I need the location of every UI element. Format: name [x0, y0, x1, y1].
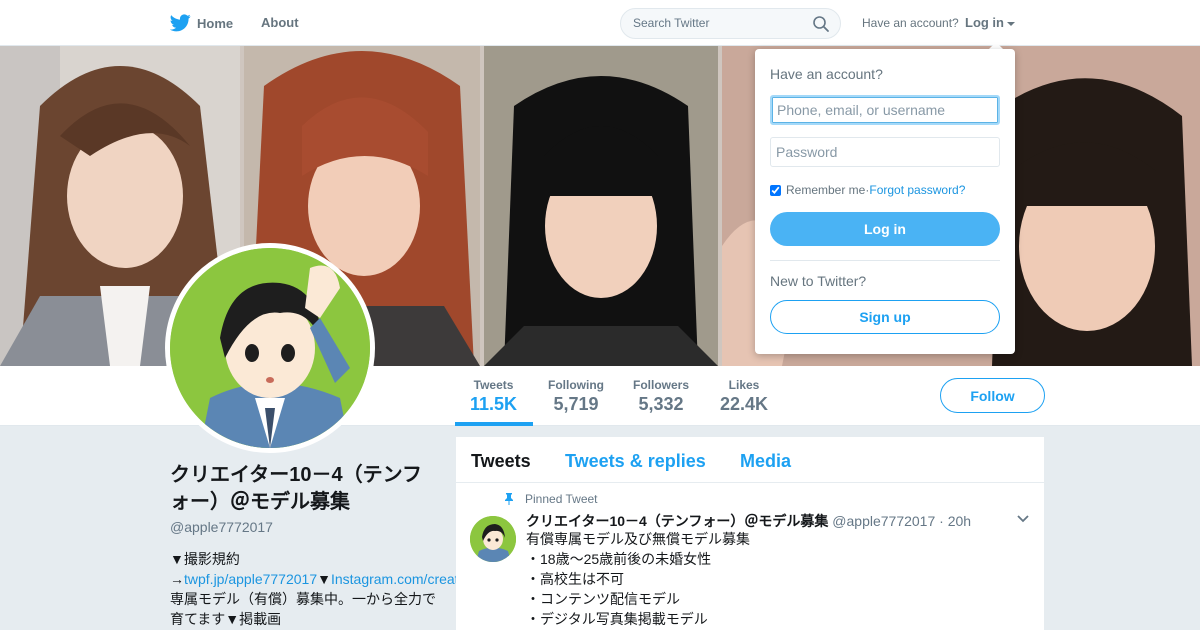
chevron-down-icon[interactable] [1017, 515, 1029, 523]
caret-down-icon [1007, 21, 1015, 26]
stat-likes-value: 22.4K [720, 394, 769, 414]
forgot-password-link[interactable]: Forgot password? [869, 183, 965, 197]
stat-following-value: 5,719 [553, 394, 599, 414]
tweet-line: 有償専属モデル及び無償モデル募集 [526, 531, 750, 547]
search-icon[interactable] [812, 15, 830, 33]
dropdown-title: Have an account? [770, 66, 883, 82]
tweet-timestamp[interactable]: · 20h [939, 513, 971, 529]
active-tab-underline [455, 422, 533, 426]
pin-icon [505, 493, 513, 505]
stat-likes-label: Likes [728, 378, 760, 392]
home-link[interactable]: Home [170, 12, 233, 34]
login-button[interactable]: Log in [770, 212, 1000, 246]
stat-following[interactable]: Following 5,719 [548, 378, 604, 415]
remember-me-checkbox[interactable] [770, 184, 781, 196]
tweet-line: ・コンテンツ配信モデル [526, 591, 680, 607]
tweet-author-handle[interactable]: @apple7772017 [832, 513, 935, 529]
banner-photo-3 [484, 46, 718, 366]
profile-bio: ▼撮影規約 →twpf.jp/apple7772017▼Instagram.co… [170, 549, 528, 629]
signup-button[interactable]: Sign up [770, 300, 1000, 334]
timeline-tabs: Tweets Tweets & replies Media [456, 437, 1044, 483]
stat-followers-label: Followers [633, 378, 690, 392]
bio-separator: ▼ [317, 571, 331, 587]
bio-line1: ▼撮影規約 [170, 551, 240, 567]
login-label: Log in [965, 15, 1004, 30]
search-placeholder: Search Twitter [633, 16, 710, 30]
follow-button[interactable]: Follow [940, 378, 1045, 413]
tab-tweets-replies[interactable]: Tweets & replies [565, 451, 706, 472]
tweet-author-name[interactable]: クリエイター10－4（テンフォー）＠モデル募集 [526, 513, 828, 529]
stat-tweets-value: 11.5K [470, 394, 518, 414]
bio-link-twpf[interactable]: twpf.jp/apple7772017 [184, 571, 317, 587]
tab-tweets[interactable]: Tweets [471, 451, 531, 472]
profile-display-name: クリエイター10－4（テンフォー）＠モデル募集 [170, 464, 422, 513]
stat-likes[interactable]: Likes 22.4K [720, 378, 768, 415]
timeline: Tweets Tweets & replies Media Pinned Twe… [456, 437, 1044, 630]
stat-followers-value: 5,332 [638, 394, 684, 414]
username-field[interactable] [770, 95, 1000, 125]
twitter-bird-icon [170, 14, 191, 32]
dropdown-divider [770, 260, 1000, 261]
profile-handle[interactable]: @apple7772017 [170, 519, 273, 535]
home-label: Home [197, 15, 234, 31]
tab-media[interactable]: Media [740, 451, 791, 472]
login-dropdown: Have an account? Remember me · Forgot pa… [755, 49, 1015, 354]
tweet-text: 有償専属モデル及び無償モデル募集 ・18歳〜25歳前後の未婚女性 ・高校生は不可… [526, 529, 1026, 629]
stat-tweets-label: Tweets [473, 378, 514, 392]
tweet-avatar[interactable] [470, 516, 516, 562]
remember-me: Remember me · Forgot password? [770, 183, 965, 197]
login-dropdown-toggle[interactable]: Log in [965, 15, 1015, 30]
tweet-line: ・18歳〜25歳前後の未婚女性 [526, 551, 712, 567]
stat-tweets[interactable]: Tweets 11.5K [470, 378, 517, 415]
have-account-text: Have an account? [862, 16, 959, 30]
bio-arrow: → [170, 571, 184, 587]
search-input[interactable]: Search Twitter [620, 8, 841, 39]
remember-me-label: Remember me [786, 183, 866, 197]
stat-followers[interactable]: Followers 5,332 [633, 378, 689, 415]
password-field[interactable] [770, 137, 1000, 167]
tweet-line: ・デジタル写真集掲載モデル [526, 611, 708, 627]
stat-following-label: Following [548, 378, 604, 392]
top-navigation: Home About Search Twitter Have an accoun… [0, 0, 1200, 46]
new-to-twitter-text: New to Twitter? [770, 273, 867, 289]
about-link[interactable]: About [261, 15, 299, 30]
pinned-tweet-label: Pinned Tweet [525, 492, 598, 506]
tweet-header: クリエイター10－4（テンフォー）＠モデル募集 @apple7772017 · … [526, 511, 971, 531]
profile-avatar[interactable] [165, 243, 375, 453]
tweet-line: ・高校生は不可 [526, 571, 624, 587]
